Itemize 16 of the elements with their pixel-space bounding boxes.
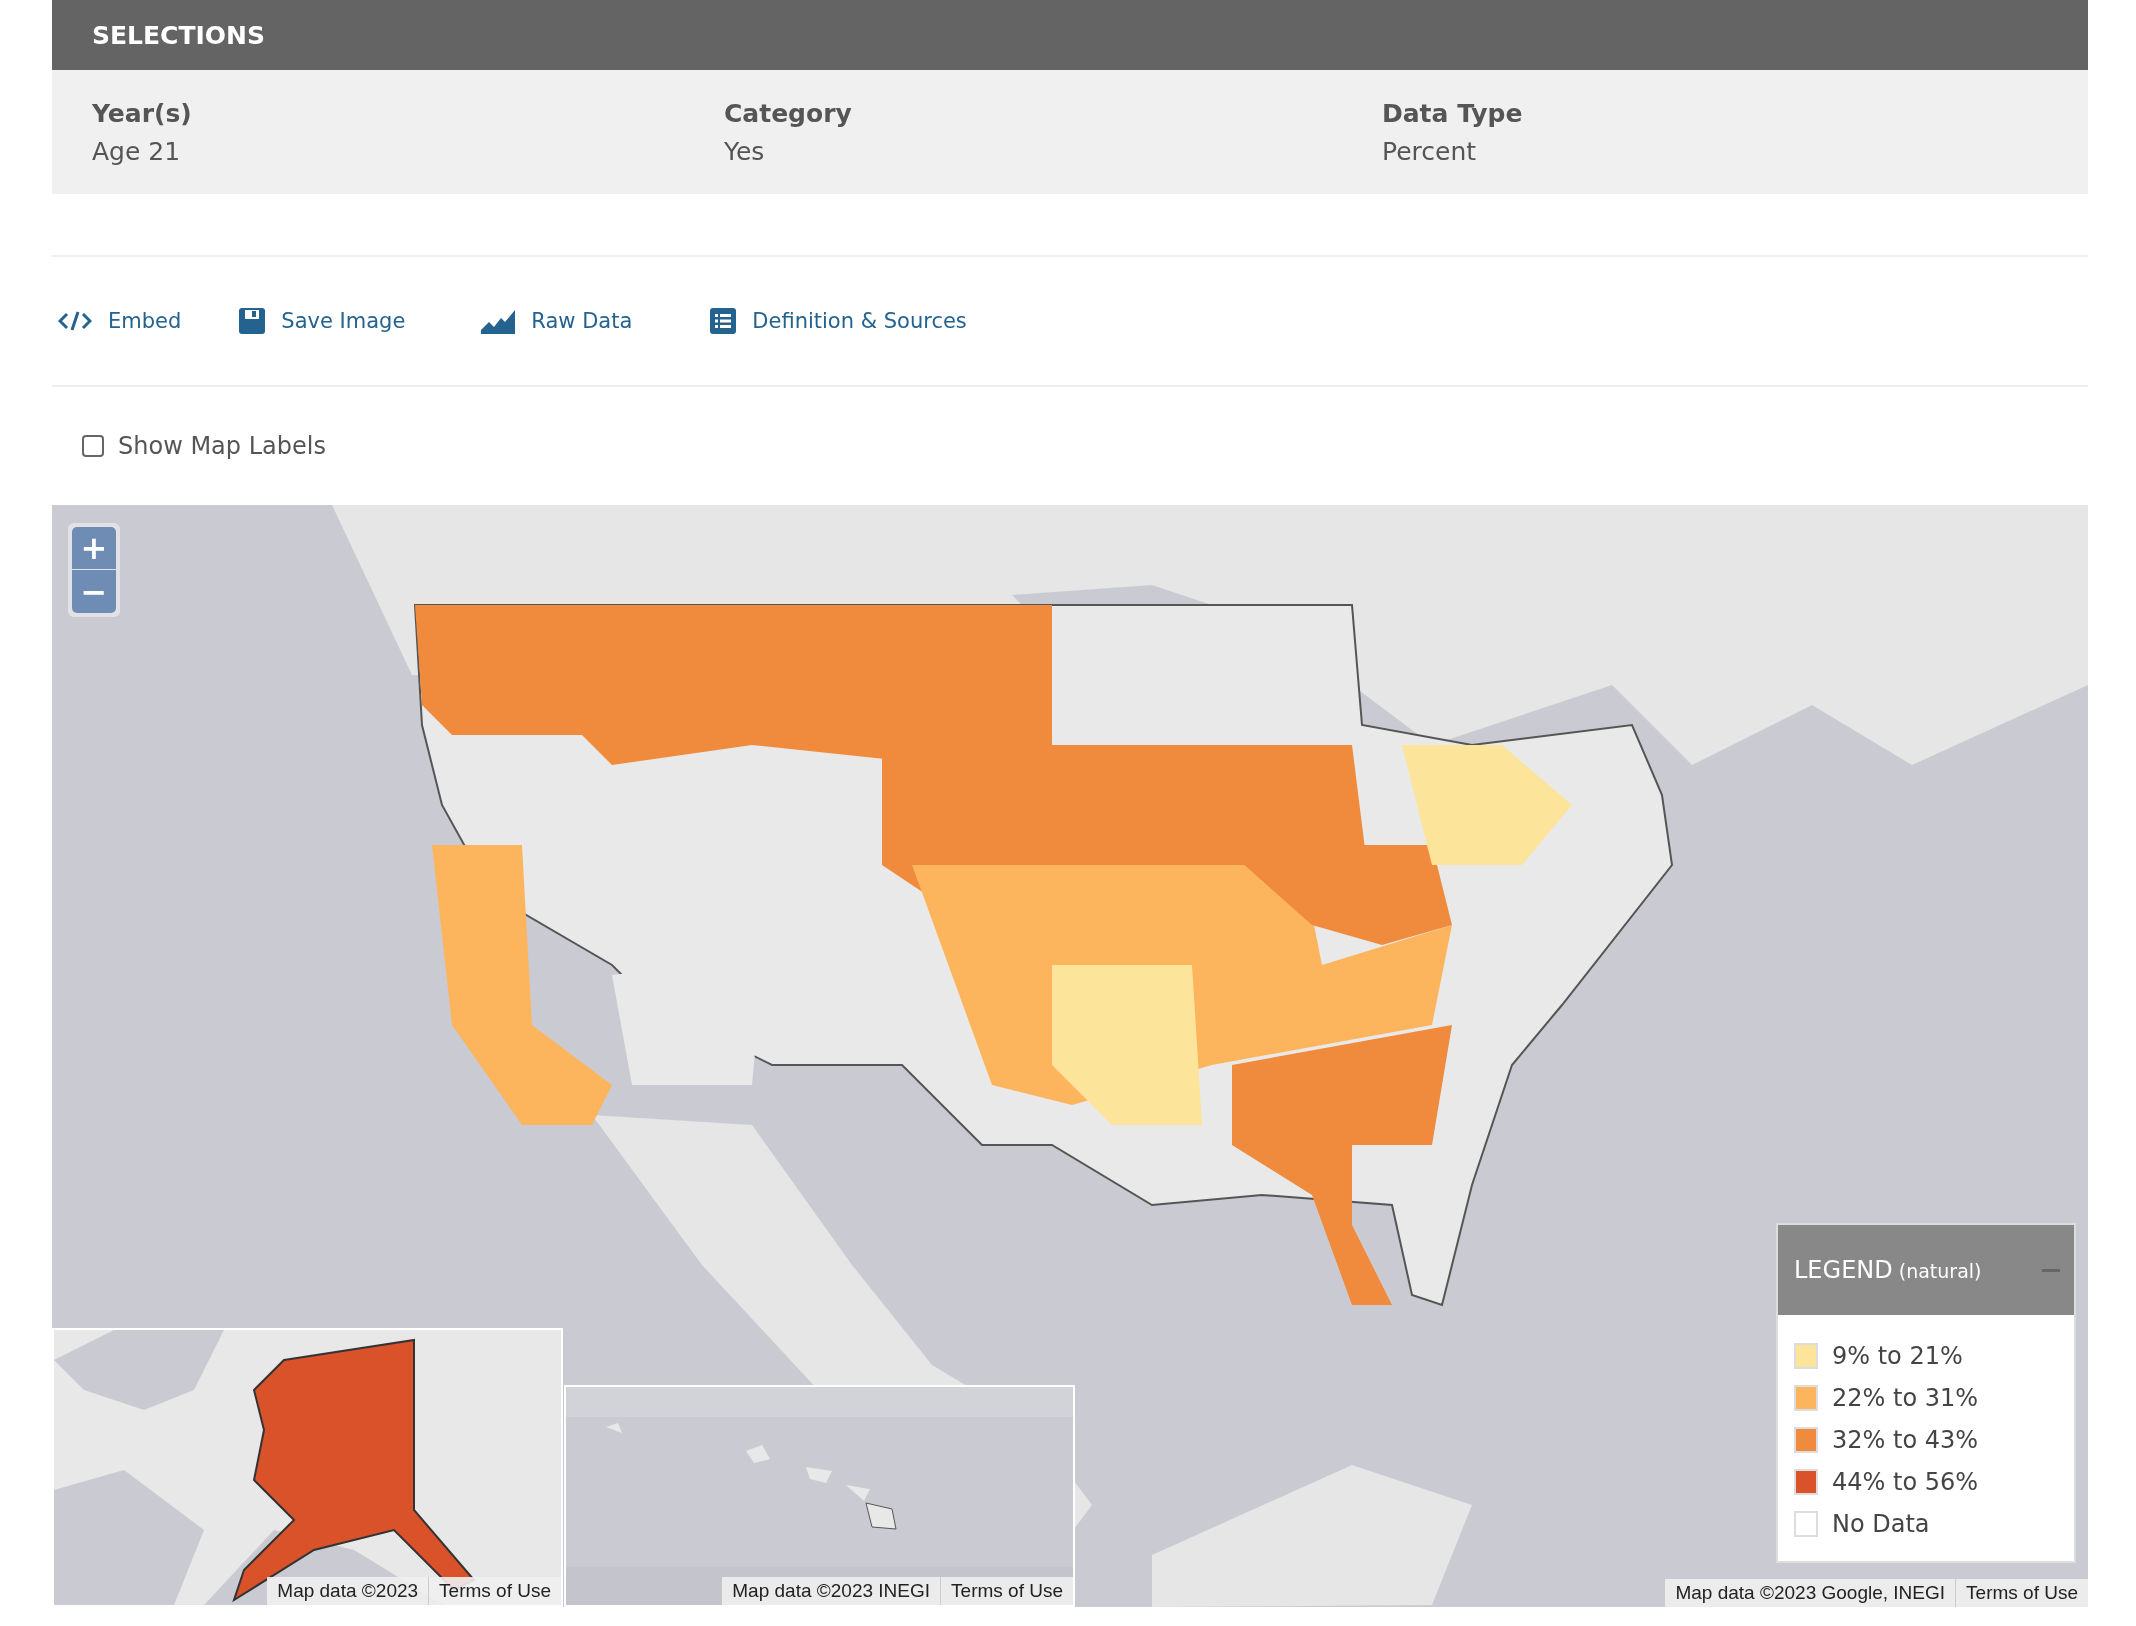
area-chart-icon [481,308,516,334]
toolbar-link[interactable]: Definition & Sources [710,308,967,334]
field-value: Percent [1382,136,1478,168]
checkbox-label: Show Map Labels [118,432,326,460]
toolbar-link[interactable]: Raw Data [481,308,633,334]
list-icon [710,308,737,334]
field-label: Data Type [1382,98,1524,130]
section-title: SELECTIONS [92,20,265,50]
checkbox[interactable] [82,435,104,457]
field-value: Yes [724,136,766,168]
toolbar-link[interactable]: Embed [58,309,182,333]
toolbar-link[interactable]: Save Image [239,308,406,334]
code-icon [58,311,92,331]
field-value: Age 21 [92,136,182,168]
field-label: Category [724,98,853,130]
field-label: Year(s) [92,98,193,130]
